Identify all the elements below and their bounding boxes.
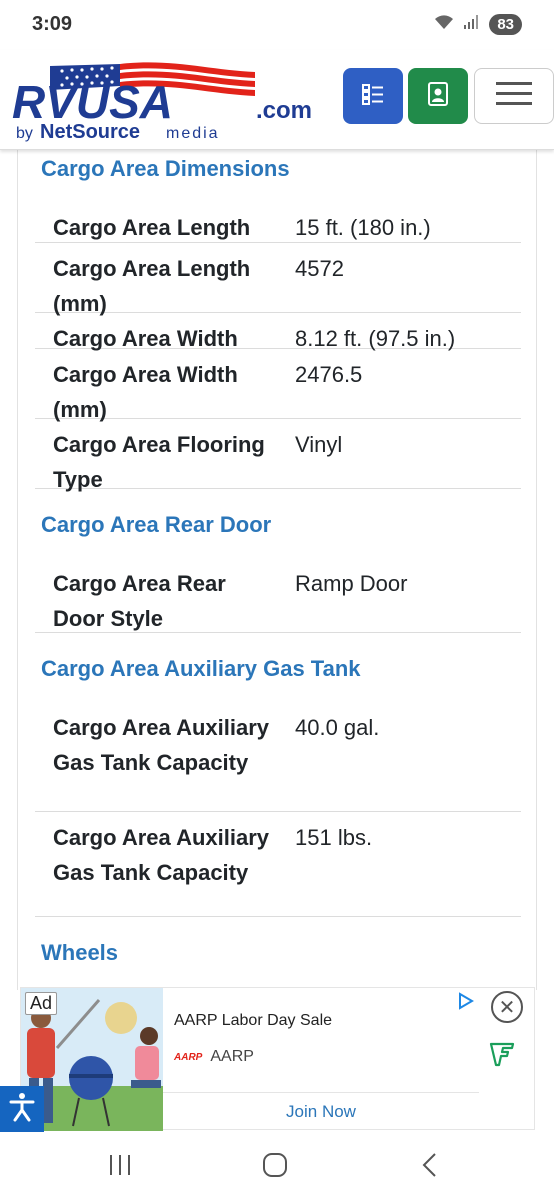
spec-label: Cargo Area Flooring Type <box>53 432 265 492</box>
spec-value: 40.0 gal. <box>295 715 380 740</box>
spec-row: Cargo Area Rear Door Style Ramp Door <box>35 558 521 633</box>
contact-card-button[interactable] <box>408 68 468 124</box>
spec-label: Cargo Area Auxiliary Gas Tank Capacity <box>53 825 270 885</box>
accessibility-icon <box>8 1092 36 1127</box>
home-icon <box>262 1152 288 1183</box>
spec-label: Cargo Area Rear Door Style <box>53 571 226 631</box>
spec-label: Cargo Area Length <box>53 215 251 240</box>
battery-badge: 83 <box>489 14 522 35</box>
ad-brand-row: AARP AARP <box>174 1048 254 1066</box>
join-now-button[interactable]: Join Now <box>163 1092 479 1131</box>
status-bar: 3:09 83 <box>0 0 554 50</box>
spec-row: Cargo Area Length (mm) 4572 <box>35 243 521 316</box>
logo-netsource: NetSource <box>40 121 140 143</box>
spec-row: Cargo Area Flooring Type Vinyl <box>35 419 521 492</box>
spec-row: Cargo Area Auxiliary Gas Tank Capacity 1… <box>35 812 521 917</box>
spec-value: Vinyl <box>295 432 343 457</box>
ad-filter-icon[interactable] <box>488 1040 516 1073</box>
spec-row: Cargo Area Length 15 ft. (180 in.) <box>35 202 521 243</box>
section-title-wheels: Wheels <box>41 940 119 965</box>
adchoices-play-icon[interactable] <box>457 992 475 1015</box>
recent-apps-icon <box>107 1153 133 1182</box>
aarp-logo: AARP <box>174 1051 203 1063</box>
spec-value: 4572 <box>295 256 344 281</box>
home-button[interactable] <box>255 1152 295 1182</box>
spec-row: Cargo Area Width 8.12 ft. (97.5 in.) <box>35 313 521 351</box>
spec-value: 15 ft. (180 in.) <box>295 215 431 240</box>
signal-icon <box>463 13 481 36</box>
hamburger-menu-icon <box>496 80 532 113</box>
spec-row: Cargo Area Width (mm) 2476.5 <box>35 349 521 422</box>
back-button[interactable] <box>410 1152 450 1182</box>
back-icon <box>420 1152 440 1183</box>
spec-label: Cargo Area Width (mm) <box>53 362 238 422</box>
ad-brand: AARP <box>210 1048 254 1065</box>
accessibility-button[interactable] <box>0 1086 44 1132</box>
ad-close-button[interactable]: ✕ <box>491 991 523 1023</box>
spec-label: Cargo Area Auxiliary Gas Tank Capacity <box>53 715 270 775</box>
status-icons: 83 <box>433 13 522 36</box>
section-title-cargo-dimensions: Cargo Area Dimensions <box>41 156 290 181</box>
status-time: 3:09 <box>32 13 73 35</box>
spec-value: Ramp Door <box>295 571 408 596</box>
menu-button[interactable] <box>474 68 554 124</box>
section-title-aux-gas-tank: Cargo Area Auxiliary Gas Tank <box>41 656 361 681</box>
ad-title[interactable]: AARP Labor Day Sale <box>174 1012 332 1030</box>
spec-label: Cargo Area Length (mm) <box>53 256 251 316</box>
spec-row: Cargo Area Auxiliary Gas Tank Capacity 4… <box>35 702 521 812</box>
spec-value: 151 lbs. <box>295 825 373 850</box>
recent-apps-button[interactable] <box>100 1152 140 1182</box>
logo-media: media <box>166 125 220 142</box>
spec-content: Cargo Area Dimensions Cargo Area Length … <box>17 150 537 990</box>
system-nav-bar <box>0 1132 554 1200</box>
rvusa-logo[interactable]: RVUSA .com by NetSource media <box>10 56 330 144</box>
checklist-button[interactable] <box>343 68 403 124</box>
close-icon: ✕ <box>498 996 516 1019</box>
section-title-cargo-rear-door: Cargo Area Rear Door <box>41 512 272 537</box>
checklist-icon <box>361 82 385 111</box>
ad-label: Ad <box>25 992 58 1015</box>
site-header: RVUSA .com by NetSource media <box>0 50 554 150</box>
logo-suffix: .com <box>256 97 312 124</box>
spec-value: 2476.5 <box>295 362 363 387</box>
logo-by: by <box>16 125 33 142</box>
contact-card-icon <box>427 81 449 112</box>
ad-banner[interactable]: Ad AARP Labor Day Sale AARP AARP Join No… <box>20 987 535 1131</box>
wifi-icon <box>433 13 455 36</box>
